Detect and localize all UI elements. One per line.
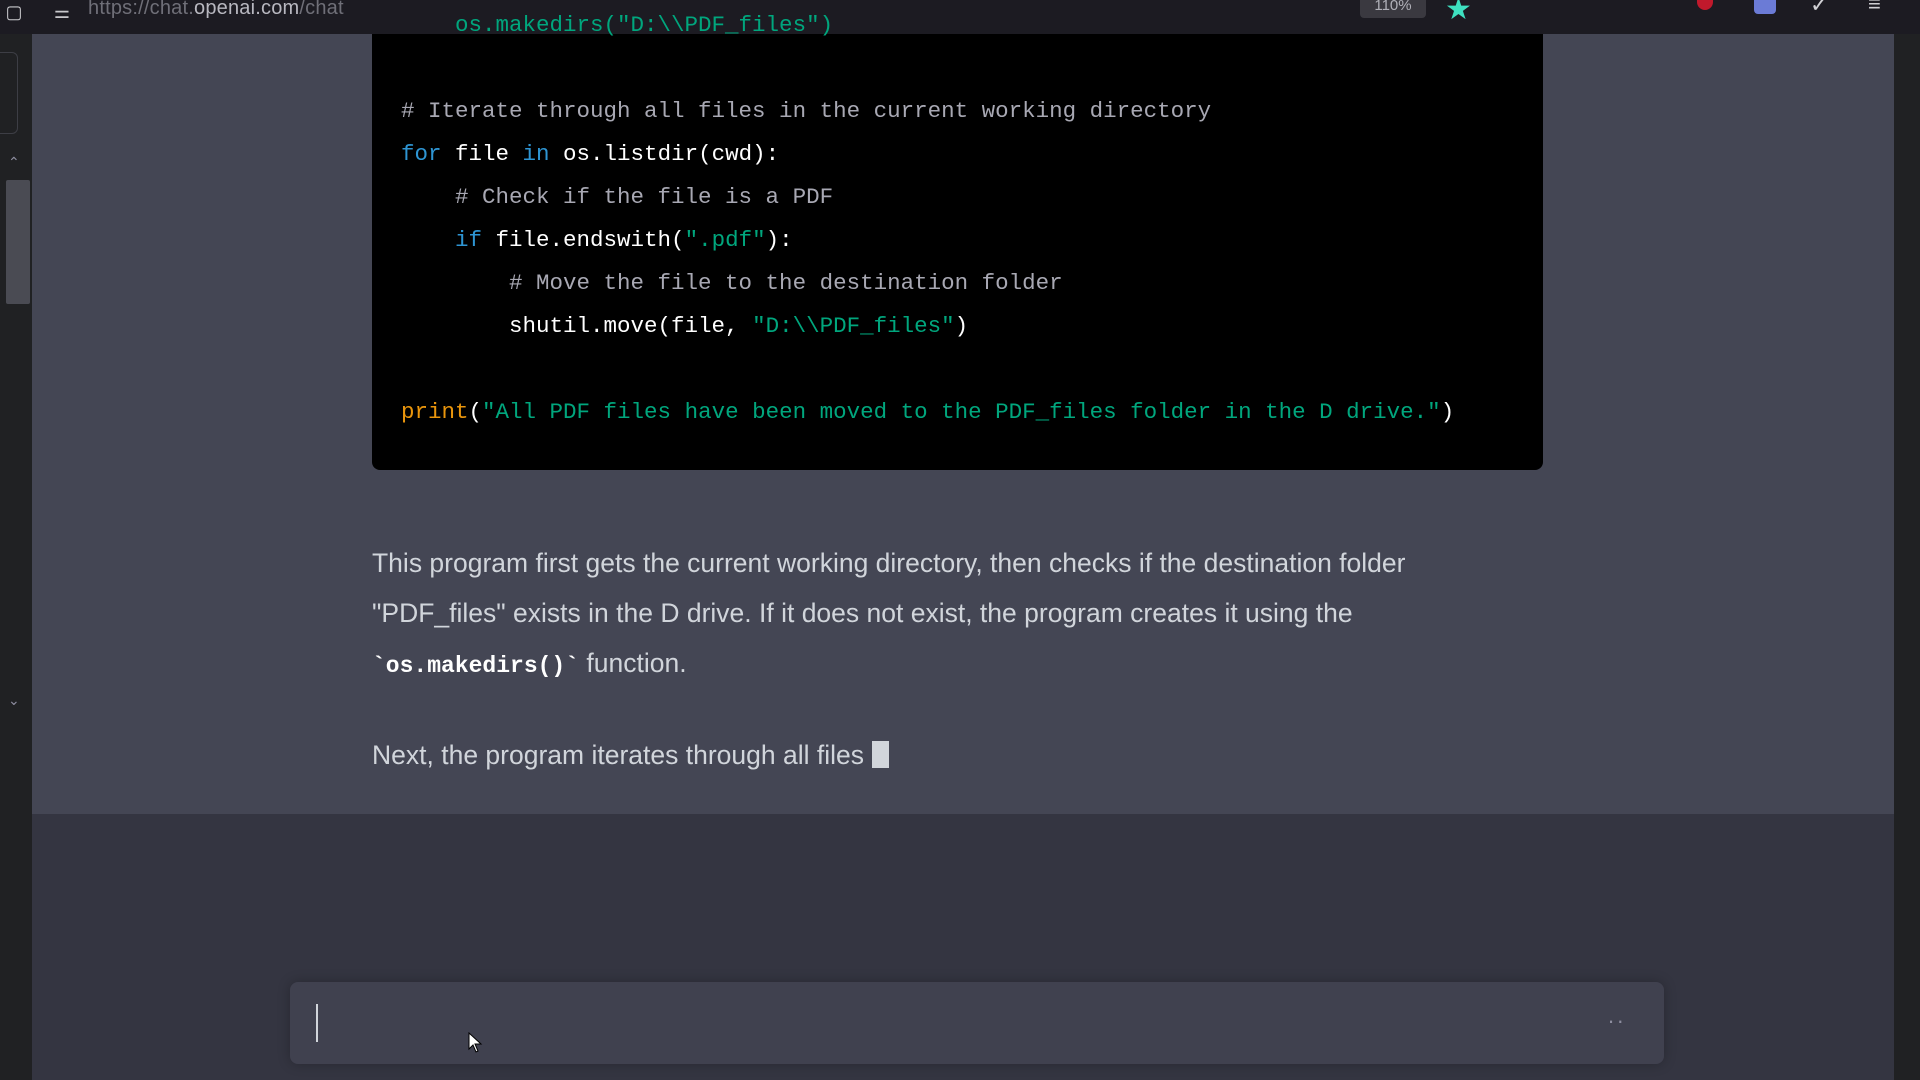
more-options-icon[interactable]: ·· — [1607, 1008, 1626, 1034]
url-host: openai.com — [194, 0, 300, 19]
assistant-message: os.makedirs("D:\\PDF_files") # Iterate t… — [32, 12, 1894, 814]
url-scheme: https://chat. — [88, 0, 194, 19]
code-keyword-if: if — [401, 227, 483, 253]
extension-shield-icon[interactable] — [1693, 0, 1717, 20]
sidebar-new-chat-button[interactable] — [0, 52, 18, 134]
message-input[interactable]: ·· — [290, 982, 1664, 1064]
code-line-makedirs: os.makedirs("D:\\PDF_files") — [401, 12, 834, 38]
typing-cursor — [871, 741, 889, 768]
code-move-b: ) — [954, 313, 969, 339]
code-block: os.makedirs("D:\\PDF_files") # Iterate t… — [372, 12, 1543, 470]
sidebar: ⌃ ⌄ — [0, 34, 32, 1080]
extension-check-icon[interactable]: ✓ — [1810, 0, 1834, 20]
sidebar-scrollbar-thumb[interactable] — [6, 180, 30, 304]
chat-main: os.makedirs("D:\\PDF_files") # Iterate t… — [32, 12, 1894, 1080]
code-print-close: ) — [1440, 399, 1455, 425]
mouse-pointer-icon — [468, 1031, 484, 1054]
code-if-rest-a: file.endswith( — [482, 227, 685, 253]
sidebar-scroll-up-icon[interactable]: ⌃ — [8, 154, 20, 171]
code-move-string: "D:\\PDF_files" — [752, 313, 955, 339]
response-paragraph-1: This program first gets the current work… — [372, 538, 1512, 691]
code-for-rest: os.listdir(cwd): — [549, 141, 780, 167]
code-print-open: ( — [468, 399, 483, 425]
response-paragraph-2: Next, the program iterates through all f… — [372, 730, 1512, 780]
response-p2-text: Next, the program iterates through all f… — [372, 740, 864, 770]
code-content: os.makedirs("D:\\PDF_files") # Iterate t… — [401, 4, 1454, 434]
site-settings-icon[interactable]: ⚌ — [50, 2, 74, 26]
code-print-string: "All PDF files have been moved to the PD… — [482, 399, 1441, 425]
code-comment-move: # Move the file to the destination folde… — [401, 270, 1063, 296]
extension-container-icon[interactable] — [1752, 0, 1776, 20]
code-keyword-for: for — [401, 141, 442, 167]
tab-icon[interactable]: ▢ — [2, 2, 26, 26]
code-if-string: ".pdf" — [684, 227, 766, 253]
code-for-var: file — [441, 141, 523, 167]
code-if-rest-b: ): — [765, 227, 793, 253]
response-p1-text-b: function. — [579, 648, 687, 678]
response-p1-text-a: This program first gets the current work… — [372, 548, 1406, 628]
code-print-fn: print — [401, 399, 469, 425]
code-keyword-in: in — [522, 141, 550, 167]
text-caret — [316, 1004, 318, 1042]
hamburger-menu-icon[interactable]: ≡ — [1868, 0, 1892, 20]
code-comment-check: # Check if the file is a PDF — [401, 184, 834, 210]
code-move-a: shutil.move(file, — [401, 313, 753, 339]
address-bar[interactable]: https://chat.openai.com/chat — [88, 0, 344, 20]
code-comment-iterate: # Iterate through all files in the curre… — [401, 98, 1212, 124]
sidebar-scroll-down-icon[interactable]: ⌄ — [8, 692, 20, 709]
response-inline-code: `os.makedirs()` — [372, 653, 580, 679]
url-path: /chat — [299, 0, 344, 19]
